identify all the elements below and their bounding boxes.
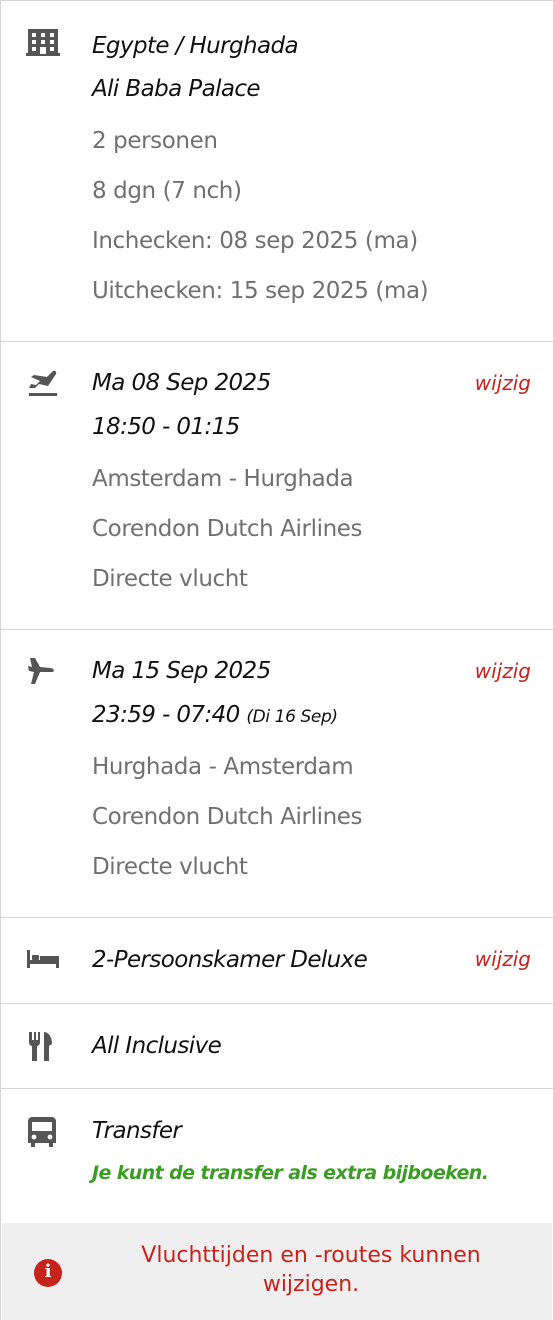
return-times-row: 23:59 - 07:40 (Di 16 Sep) [92, 701, 338, 731]
hotel-duration: 8 dgn (7 nch) [92, 178, 242, 204]
transfer-note: Je kunt de transfer als extra bijboeken. [92, 1162, 489, 1184]
bed-icon [26, 946, 62, 982]
plane-arrival-icon [26, 654, 62, 690]
board-section: All Inclusive [1, 1003, 553, 1088]
return-flight-section: Ma 15 Sep 2025 wijzig 23:59 - 07:40 (Di … [1, 629, 553, 917]
room-edit-link[interactable]: wijzig [475, 947, 531, 971]
return-route: Hurghada - Amsterdam [92, 754, 354, 780]
outbound-times: 18:50 - 01:15 [92, 414, 240, 440]
return-times: 23:59 - 07:40 [92, 702, 240, 728]
bus-icon [26, 1115, 62, 1151]
transfer-name: Transfer [92, 1118, 182, 1144]
info-icon: i [34, 1259, 62, 1287]
hotel-persons: 2 personen [92, 128, 218, 154]
outbound-date: Ma 08 Sep 2025 [92, 370, 271, 396]
transfer-section: Transfer Je kunt de transfer als extra b… [1, 1088, 553, 1224]
return-date: Ma 15 Sep 2025 [92, 658, 271, 684]
outbound-route: Amsterdam - Hurghada [92, 466, 354, 492]
booking-summary-card: Egypte / Hurghada Ali Baba Palace 2 pers… [0, 0, 554, 1320]
notice-message: Vluchttijden en -routes kunnen wijzigen. [141, 1243, 481, 1297]
outbound-airline: Corendon Dutch Airlines [92, 516, 363, 542]
outbound-flight-section: Ma 08 Sep 2025 wijzig 18:50 - 01:15 Amst… [1, 341, 553, 629]
outbound-edit-link[interactable]: wijzig [475, 371, 531, 395]
return-type: Directe vlucht [92, 854, 248, 880]
cutlery-icon [26, 1030, 62, 1066]
room-name: 2-Persoonskamer Deluxe [92, 947, 368, 973]
hotel-name: Ali Baba Palace [92, 76, 261, 102]
building-icon [26, 27, 62, 63]
return-airline: Corendon Dutch Airlines [92, 804, 363, 830]
outbound-type: Directe vlucht [92, 566, 248, 592]
hotel-checkin: Inchecken: 08 sep 2025 (ma) [92, 228, 418, 254]
return-edit-link[interactable]: wijzig [475, 659, 531, 683]
board-name: All Inclusive [92, 1033, 222, 1059]
return-arrival-note: (Di 16 Sep) [246, 707, 338, 727]
hotel-destination: Egypte / Hurghada [92, 33, 299, 59]
hotel-section: Egypte / Hurghada Ali Baba Palace 2 pers… [1, 0, 553, 341]
room-section: 2-Persoonskamer Deluxe wijzig [1, 917, 553, 1003]
hotel-checkout: Uitchecken: 15 sep 2025 (ma) [92, 278, 429, 304]
plane-departure-icon [26, 366, 62, 402]
flight-change-notice: i Vluchttijden en -routes kunnen wijzige… [2, 1223, 552, 1320]
